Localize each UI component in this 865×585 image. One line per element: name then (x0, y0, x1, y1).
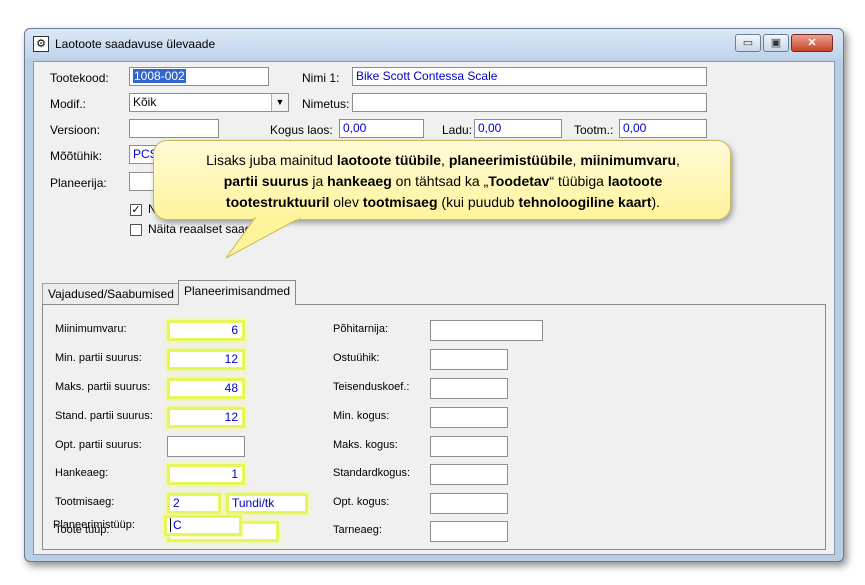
callout-pointer (225, 216, 301, 259)
